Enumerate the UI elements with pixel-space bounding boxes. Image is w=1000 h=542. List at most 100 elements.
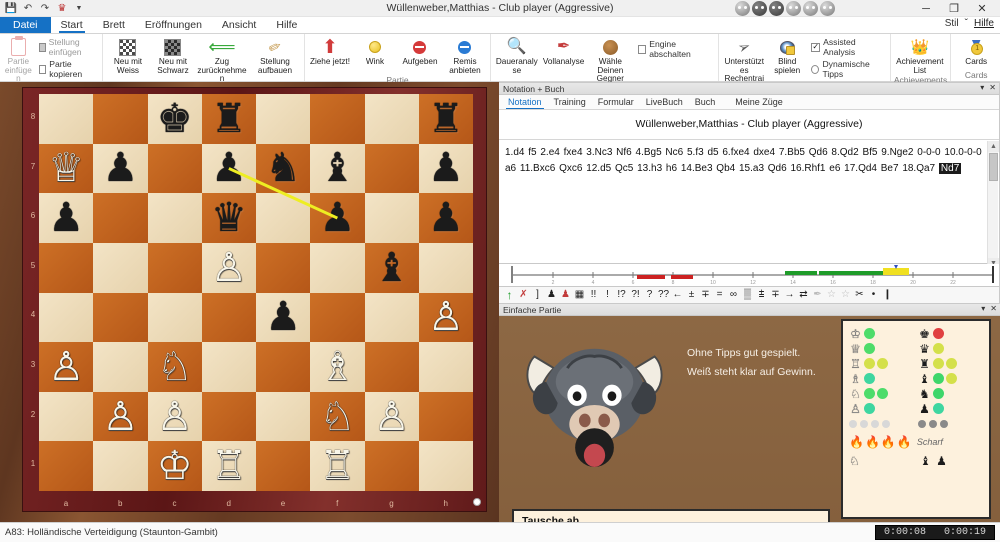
board-square-d7[interactable]: ♟ [202,144,256,194]
collapse-icon[interactable]: ▾ [980,83,984,92]
board-square-a3[interactable]: ♙ [39,342,93,392]
checkbox-icon[interactable] [811,43,820,52]
scroll-up-icon[interactable]: ▲ [988,141,999,152]
tab-datei[interactable]: Datei [0,17,51,33]
bracket-button[interactable]: ] [531,290,544,300]
neu-mit-weiss-button[interactable]: Neu mit Weiss [106,35,150,75]
check-dynamische-tipps[interactable]: Dynamische Tipps [811,59,882,79]
close-button[interactable]: ✕ [968,0,996,17]
piece-P[interactable]: ♙ [211,248,247,288]
board-square-e5[interactable] [256,243,310,293]
board-square-e3[interactable] [256,342,310,392]
piece-b[interactable]: ♝ [319,148,355,188]
board-square-e7[interactable]: ♞ [256,144,310,194]
board-square-h7[interactable]: ♟ [419,144,473,194]
red-pawn-button[interactable]: ♟ [559,290,572,300]
tab-ansicht[interactable]: Ansicht [212,17,266,33]
board-square-e8[interactable] [256,94,310,144]
moves-box[interactable]: 1.d4 f5 2.e4 fxe4 3.Nc3 Nf6 4.Bg5 Nc6 5.… [499,139,999,270]
piece-P[interactable]: ♙ [157,397,193,437]
star-outline-button[interactable]: ☆ [825,290,838,300]
board-square-d3[interactable] [202,342,256,392]
board-square-g8[interactable] [365,94,419,144]
good-move-green-button[interactable]: ↑ [503,289,516,301]
maximize-button[interactable]: ❐ [940,0,968,17]
attack-button[interactable]: → [783,290,796,300]
piece-p[interactable]: ♟ [428,198,464,238]
mistake-button[interactable]: ? [643,290,656,300]
checkbox-icon[interactable] [638,45,646,54]
minimize-button[interactable]: ─ [912,0,940,17]
board-square-a8[interactable] [39,94,93,144]
piece-N[interactable]: ♘ [157,347,193,387]
board-square-d4[interactable] [202,293,256,343]
board-square-c3[interactable]: ♘ [148,342,202,392]
waehle-deinen-gegner-button[interactable]: Wähle Deinen Gegner [587,35,633,84]
avatar-4-icon[interactable] [786,1,801,16]
tab-eroeffnungen[interactable]: Eröffnungen [135,17,212,33]
zug-zuruecknehmen-button[interactable]: ⟸ Zug zurücknehmen [196,35,248,84]
board-square-b4[interactable] [93,293,147,343]
avatar-strip[interactable] [735,1,835,16]
interesting-button[interactable]: !? [615,290,628,300]
black-pawn-button[interactable]: ♟ [545,290,558,300]
board-square-g3[interactable] [365,342,419,392]
good-button[interactable]: ! [601,290,614,300]
style-label[interactable]: Stil [945,18,959,29]
avatar-1-icon[interactable] [735,1,750,16]
board-square-g5[interactable]: ♝ [365,243,419,293]
remis-anbieten-button[interactable]: Remis anbieten [443,35,487,75]
chevron-down-icon[interactable]: ˇ [965,18,968,29]
board-square-a2[interactable] [39,392,93,442]
avatar-5-icon[interactable] [803,1,818,16]
piece-p[interactable]: ♟ [48,198,84,238]
board-square-h5[interactable] [419,243,473,293]
board-square-g2[interactable]: ♙ [365,392,419,442]
tab-training[interactable]: Training [549,95,591,109]
board-square-e1[interactable] [256,441,310,491]
vollanalyse-button[interactable]: ✒ Vollanalyse [541,35,587,67]
piece-p[interactable]: ♟ [102,148,138,188]
achievement-list-button[interactable]: 👑 Achievement List [894,35,946,75]
chevron-down-icon[interactable]: ▼ [73,2,85,14]
brilliant-button[interactable]: !! [587,290,600,300]
tab-formular[interactable]: Formular [593,95,639,109]
board-square-b1[interactable] [93,441,147,491]
piece-b[interactable]: ♝ [374,248,410,288]
help-link[interactable]: Hilfe [974,18,994,29]
quick-access-toolbar[interactable]: 💾 ↶ ↷ ♛ ▼ [0,2,85,14]
board-square-f5[interactable] [310,243,364,293]
piece-k[interactable]: ♚ [157,99,193,139]
board-square-h4[interactable]: ♙ [419,293,473,343]
board-square-h3[interactable] [419,342,473,392]
board-square-h6[interactable]: ♟ [419,193,473,243]
blunder-button[interactable]: ?? [657,290,670,300]
board-square-c4[interactable] [148,293,202,343]
piece-p[interactable]: ♟ [319,198,355,238]
piece-q[interactable]: ♛ [211,198,247,238]
compensation-button[interactable]: ▒ [741,290,754,300]
daueranalyse-button[interactable]: 🔍 Daueranalyse [494,35,540,75]
board-square-g7[interactable] [365,144,419,194]
piece-R[interactable]: ♖ [211,446,247,486]
dubious-button[interactable]: ?! [629,290,642,300]
board-square-f4[interactable] [310,293,364,343]
aufgeben-button[interactable]: Aufgeben [398,35,442,67]
blunder-red-button[interactable]: ✗ [517,290,530,300]
piece-n[interactable]: ♞ [265,148,301,188]
current-move[interactable]: Nd7 [939,163,961,174]
board-square-a1[interactable] [39,441,93,491]
piece-P[interactable]: ♙ [102,397,138,437]
board-square-c5[interactable] [148,243,202,293]
board-square-b3[interactable] [93,342,147,392]
piece-r[interactable]: ♜ [428,99,464,139]
neu-mit-schwarz-button[interactable]: Neu mit Schwarz [151,35,195,75]
close-icon[interactable]: ✕ [989,83,996,92]
tab-livebuch[interactable]: LiveBuch [641,95,688,109]
board-square-e2[interactable] [256,392,310,442]
tab-brett[interactable]: Brett [93,17,135,33]
redo-icon[interactable]: ↷ [39,2,51,14]
white-slightly-button[interactable]: ∓ [699,290,712,300]
board-square-f2[interactable]: ♘ [310,392,364,442]
evaluation-graph[interactable]: 246810121416182022 [499,264,1000,287]
